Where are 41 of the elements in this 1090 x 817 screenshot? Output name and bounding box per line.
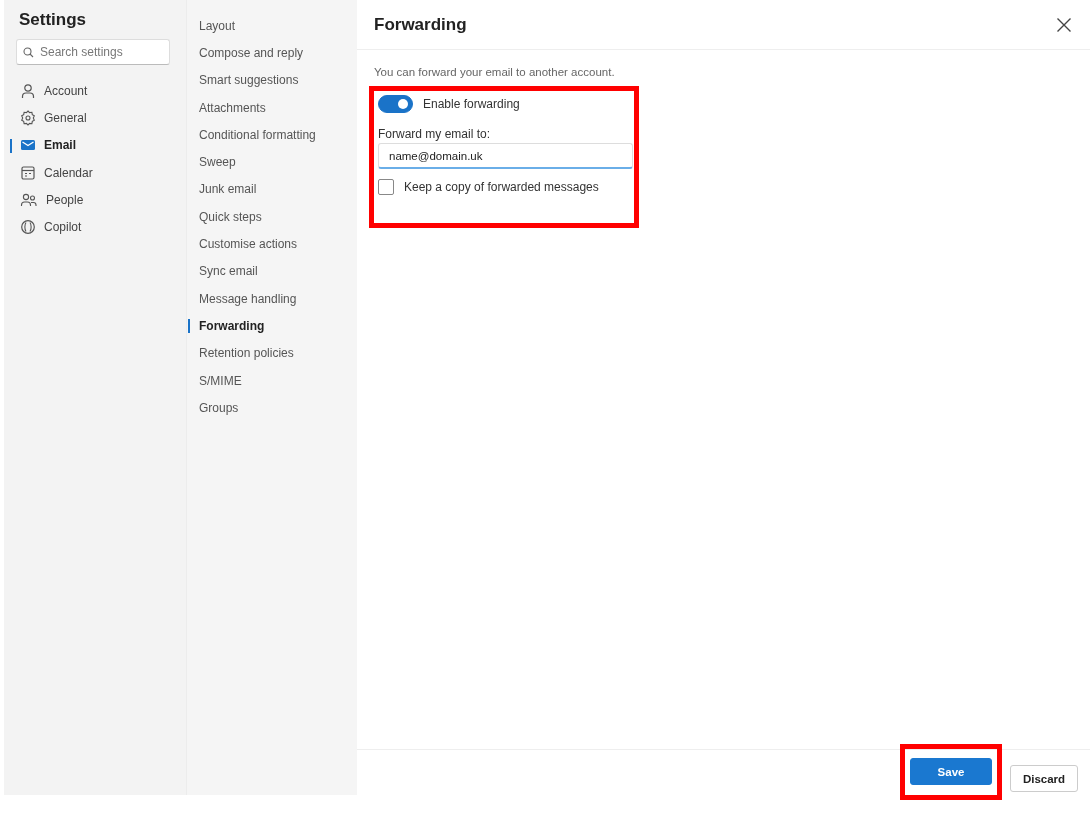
sidebar-item[interactable]: People (16, 186, 170, 214)
settings-category[interactable]: Groups (199, 394, 357, 422)
selection-indicator (188, 319, 190, 334)
search-field[interactable]: Search settings (16, 39, 170, 65)
description-text: You can forward your email to another account. (374, 66, 616, 78)
sidebar-item[interactable]: Calendar (16, 158, 170, 187)
settings-title: Settings (19, 10, 88, 30)
settings-category[interactable]: Attachments (199, 93, 357, 122)
sidebar-item[interactable]: Email (16, 131, 170, 159)
settings-category[interactable]: Conditional formatting (199, 121, 357, 149)
pane-title: Forwarding (374, 14, 467, 35)
email-input-field[interactable]: name@domain.uk (378, 143, 633, 169)
sidebar-item[interactable]: Account (16, 77, 170, 105)
settings-category[interactable]: Compose and reply (199, 39, 357, 67)
settings-category[interactable]: Customise actions (199, 230, 357, 258)
settings-category[interactable]: Layout (199, 12, 357, 40)
gear-icon (20, 109, 36, 126)
settings-category[interactable]: Retention policies (199, 339, 357, 367)
toggle-label: Enable forwarding (423, 97, 520, 111)
checkbox-label: Keep a copy of forwarded messages (404, 180, 599, 194)
people-icon (20, 191, 38, 208)
settings-category[interactable]: Quick steps (199, 203, 357, 231)
settings-category[interactable]: S/MIME (199, 366, 357, 395)
calendar-icon (20, 164, 36, 181)
search-icon (23, 47, 34, 58)
save-button[interactable]: Save (910, 758, 992, 785)
selection-indicator (10, 138, 12, 153)
settings-category[interactable]: Junk email (199, 175, 357, 204)
copilot-icon (20, 219, 36, 236)
sidebar-item[interactable]: Copilot (16, 213, 170, 241)
settings-category[interactable]: Forwarding (199, 312, 357, 340)
settings-category[interactable]: Message handling (199, 284, 357, 313)
checkbox[interactable] (378, 179, 394, 195)
field-label: Forward my email to: (378, 127, 492, 141)
settings-category[interactable]: Sync email (199, 257, 357, 285)
toggle-switch[interactable] (378, 95, 413, 113)
settings-category[interactable]: Sweep (199, 148, 357, 176)
settings-category[interactable]: Smart suggestions (199, 66, 357, 94)
person-icon (20, 82, 36, 99)
sidebar-item[interactable]: General (16, 104, 170, 132)
discard-button[interactable]: Discard (1010, 765, 1078, 792)
